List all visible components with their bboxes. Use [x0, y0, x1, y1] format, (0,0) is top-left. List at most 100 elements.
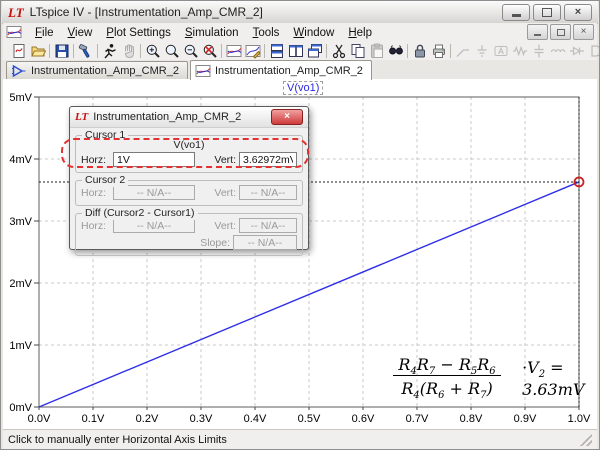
- y-tick-label[interactable]: 4mV: [9, 154, 32, 166]
- plot-settings-icon: [245, 43, 261, 59]
- diff-slope-input: [233, 235, 297, 250]
- plot-settings-button[interactable]: [243, 42, 262, 59]
- inductor-button: [548, 42, 567, 59]
- resize-grip[interactable]: [580, 434, 592, 446]
- menu-window[interactable]: Window: [286, 26, 341, 40]
- y-tick-label[interactable]: 3mV: [9, 216, 32, 228]
- minimize-button[interactable]: [502, 4, 530, 21]
- x-tick-label[interactable]: 1.0V: [568, 413, 591, 425]
- tab-waveform[interactable]: Instrumentation_Amp_CMR_2: [190, 60, 372, 80]
- find-icon: [388, 43, 404, 59]
- open-folder-button[interactable]: [28, 42, 47, 59]
- cascade-button[interactable]: [305, 42, 324, 59]
- open-folder-icon: [30, 43, 46, 59]
- tile-vertical-button[interactable]: [267, 42, 286, 59]
- formula-numerator: R4R7 − R5R6: [393, 355, 500, 376]
- cursor2-vert-label: Vert:: [209, 187, 236, 199]
- window-title: LTspice IV - [Instrumentation_Amp_CMR_2]: [30, 5, 263, 19]
- diff-vert-input: [239, 218, 297, 233]
- y-tick-label[interactable]: 1mV: [9, 340, 32, 352]
- find-button[interactable]: [386, 42, 405, 59]
- tile-horizontal-button[interactable]: [286, 42, 305, 59]
- ltspice-window: LT LTspice IV - [Instrumentation_Amp_CMR…: [0, 0, 600, 450]
- tab-schematic[interactable]: Instrumentation_Amp_CMR_2: [6, 61, 188, 79]
- x-tick-label[interactable]: 0.0V: [28, 413, 51, 425]
- lock-button[interactable]: [410, 42, 429, 59]
- paste-button: [367, 42, 386, 59]
- x-tick-label[interactable]: 0.2V: [136, 413, 159, 425]
- menu-plot-settings[interactable]: Plot Settings: [99, 26, 178, 40]
- child-window-icon[interactable]: [6, 25, 24, 40]
- menu-file[interactable]: File: [28, 26, 61, 40]
- cursor-dialog-title-bar: LT Instrumentation_Amp_CMR_2 ×: [70, 107, 308, 128]
- save-button[interactable]: [52, 42, 71, 59]
- y-tick-label[interactable]: 0mV: [9, 402, 32, 414]
- x-tick-label[interactable]: 0.8V: [460, 413, 483, 425]
- status-text: Click to manually enter Horizontal Axis …: [8, 434, 227, 446]
- diode-icon: [569, 43, 585, 59]
- x-tick-label[interactable]: 0.7V: [406, 413, 429, 425]
- net-label-button: [491, 42, 510, 59]
- new-file-button[interactable]: [9, 42, 28, 59]
- y-tick-label[interactable]: 5mV: [9, 92, 32, 104]
- close-button[interactable]: ×: [564, 4, 592, 21]
- paste-icon: [369, 43, 385, 59]
- close-icon: ×: [581, 27, 587, 37]
- x-tick-label[interactable]: 0.5V: [298, 413, 321, 425]
- autorange-button[interactable]: [224, 42, 243, 59]
- minimize-icon: [534, 34, 541, 36]
- toolbar-separator: [450, 44, 451, 58]
- annotation-formula: R4R7 − R5R6 R4(R6 + R7) ·V2 = 3.63mV: [377, 355, 597, 402]
- x-tick-label[interactable]: 0.6V: [352, 413, 375, 425]
- copy-button[interactable]: [348, 42, 367, 59]
- cursor2-horz-label: Horz:: [81, 187, 110, 199]
- run-icon: [102, 43, 118, 59]
- zoom-in-button[interactable]: [143, 42, 162, 59]
- menu-view[interactable]: View: [61, 26, 100, 40]
- halt-icon: [121, 43, 137, 59]
- diff-slope-label: Slope:: [198, 237, 230, 249]
- zoom-full-button[interactable]: [200, 42, 219, 59]
- x-tick-label[interactable]: 0.4V: [244, 413, 267, 425]
- zoom-out-button[interactable]: [181, 42, 200, 59]
- menu-items: FileViewPlot SettingsSimulationToolsWind…: [28, 23, 379, 41]
- menu-help[interactable]: Help: [341, 26, 379, 40]
- toolbar-separator: [49, 44, 50, 58]
- child-minimize-button[interactable]: [527, 24, 548, 40]
- x-tick-label[interactable]: 0.3V: [190, 413, 213, 425]
- restore-button[interactable]: [533, 4, 561, 21]
- child-close-button[interactable]: ×: [573, 24, 594, 40]
- zoom-extents-button[interactable]: [162, 42, 181, 59]
- cursor-dialog: LT Instrumentation_Amp_CMR_2 × Cursor 1 …: [69, 106, 309, 250]
- menu-tools[interactable]: Tools: [246, 26, 287, 40]
- diode-button: [567, 42, 586, 59]
- formula-result: ·V2 = 3.63mV: [522, 358, 597, 399]
- child-restore-button[interactable]: [550, 24, 571, 40]
- tile-horizontal-icon: [288, 43, 304, 59]
- print-button[interactable]: [429, 42, 448, 59]
- zoom-extents-icon: [164, 43, 180, 59]
- cursor-dialog-close-button[interactable]: ×: [271, 109, 303, 125]
- toolbar-separator: [140, 44, 141, 58]
- wire-icon: [455, 43, 471, 59]
- x-tick-label[interactable]: 0.9V: [514, 413, 537, 425]
- control-panel-button[interactable]: [76, 42, 95, 59]
- run-button[interactable]: [100, 42, 119, 59]
- cursor2-horz-input: [113, 185, 195, 200]
- cut-button[interactable]: [329, 42, 348, 59]
- title-bar: LT LTspice IV - [Instrumentation_Amp_CMR…: [2, 1, 598, 24]
- x-tick-label[interactable]: 0.1V: [82, 413, 105, 425]
- child-window-controls: ×: [527, 24, 594, 40]
- schematic-icon: [11, 63, 27, 79]
- toolbar-separator: [264, 44, 265, 58]
- save-icon: [54, 43, 70, 59]
- ground-button: [472, 42, 491, 59]
- diff-horz-label: Horz:: [81, 220, 110, 232]
- diff-vert-label: Vert:: [209, 220, 236, 232]
- y-tick-label[interactable]: 2mV: [9, 278, 32, 290]
- diff-group: Diff (Cursor2 - Cursor1) Horz: Vert: Slo…: [75, 213, 303, 256]
- diff-horz-input: [113, 218, 195, 233]
- menu-simulation[interactable]: Simulation: [178, 26, 246, 40]
- formula-fraction: R4R7 − R5R6 R4(R6 + R7): [377, 355, 517, 402]
- trace-label-vo1[interactable]: V(vo1): [283, 81, 323, 95]
